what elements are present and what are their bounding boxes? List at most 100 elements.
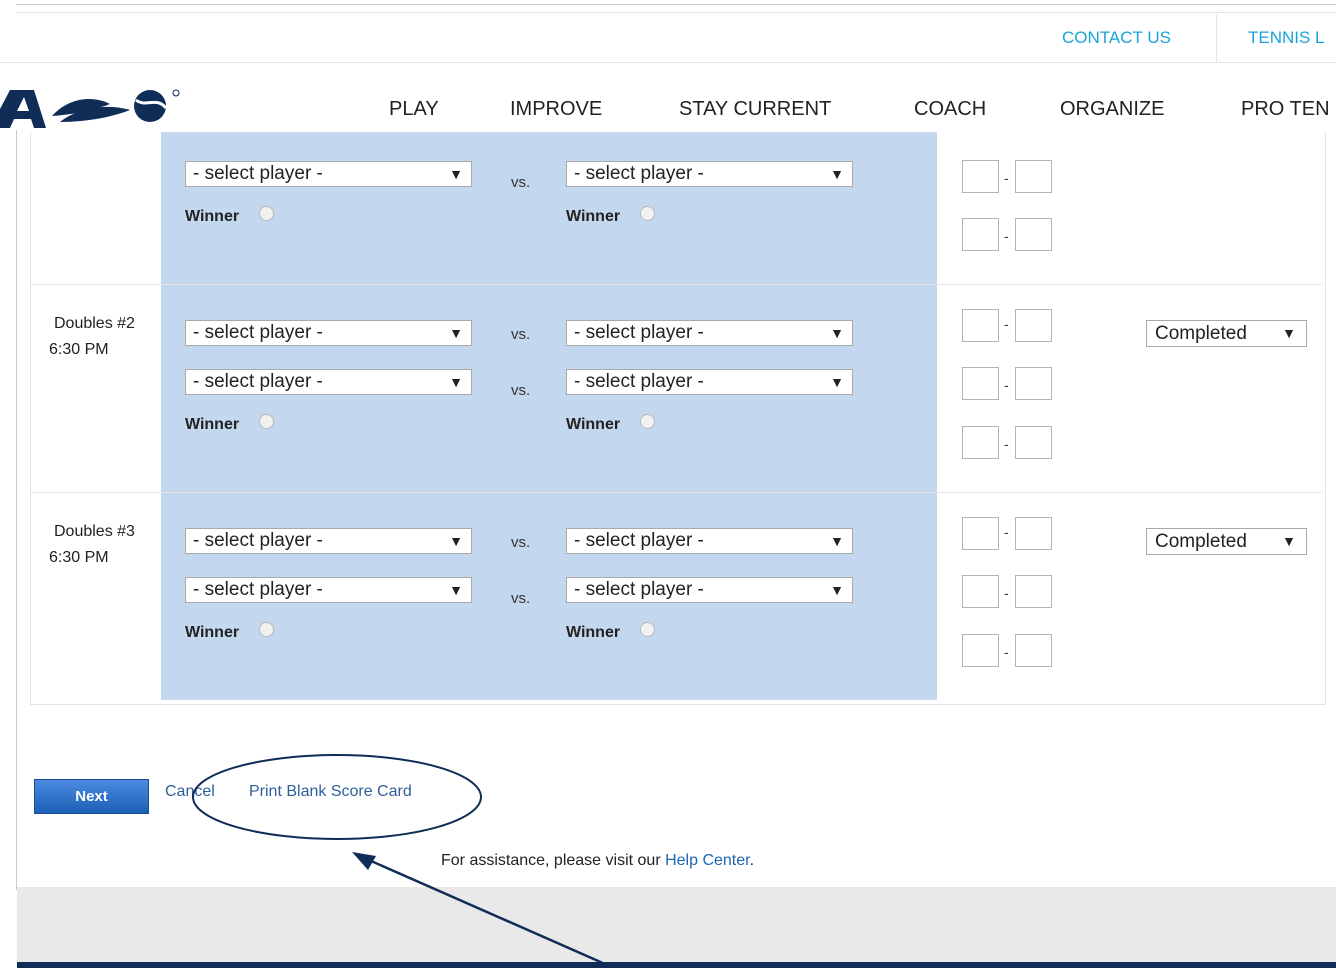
vs-label: vs.: [511, 174, 531, 191]
content-left-border: [16, 130, 17, 890]
score-dash: -: [1004, 585, 1009, 601]
annotation-arrow-head: [352, 852, 376, 870]
team1-player1-select[interactable]: - select player - ▼: [185, 528, 472, 554]
top-border-inner: [16, 12, 1336, 13]
set2-team1-score[interactable]: [962, 160, 999, 193]
score-dash: -: [1004, 170, 1009, 186]
team1-player1-select[interactable]: - select player - ▼: [185, 320, 472, 346]
winner-label: Winner: [185, 416, 240, 433]
dropdown-caret-icon: ▼: [1282, 325, 1296, 341]
set2-team1-score[interactable]: [962, 575, 999, 608]
winner-radio-team1[interactable]: [259, 414, 274, 429]
score-dash: -: [1004, 316, 1009, 332]
dropdown-caret-icon: ▼: [830, 325, 844, 341]
set3-team1-score[interactable]: [962, 426, 999, 459]
help-center-link[interactable]: Help Center: [665, 852, 750, 869]
dropdown-caret-icon: ▼: [1282, 533, 1296, 549]
set2-team2-score[interactable]: [1015, 367, 1052, 400]
set1-team1-score[interactable]: [962, 309, 999, 342]
set3-team2-score[interactable]: [1015, 634, 1052, 667]
dropdown-caret-icon: ▼: [449, 582, 463, 598]
select-value: - select player -: [193, 163, 323, 184]
match-status-select[interactable]: Completed ▼: [1146, 528, 1307, 555]
set2-team2-score[interactable]: [1015, 575, 1052, 608]
winner-radio-team1[interactable]: [259, 206, 274, 221]
top-border: [16, 4, 1336, 5]
select-value: - select player -: [193, 530, 323, 551]
nav-organize[interactable]: ORGANIZE: [1060, 98, 1164, 121]
score-dash: -: [1004, 228, 1009, 244]
team2-player2-select[interactable]: - select player - ▼: [566, 161, 853, 187]
score-dash: -: [1004, 644, 1009, 660]
help-suffix: .: [749, 852, 755, 869]
tennis-link[interactable]: TENNIS L: [1248, 28, 1325, 48]
dropdown-caret-icon: ▼: [449, 166, 463, 182]
team1-player2-select[interactable]: - select player - ▼: [185, 369, 472, 395]
dropdown-caret-icon: ▼: [449, 374, 463, 390]
set3-team1-score[interactable]: [962, 218, 999, 251]
team2-player2-select[interactable]: - select player - ▼: [566, 577, 853, 603]
nav-coach[interactable]: COACH: [914, 98, 986, 121]
set1-team2-score[interactable]: [1015, 517, 1052, 550]
set3-team2-score[interactable]: [1015, 218, 1052, 251]
winner-radio-team1[interactable]: [259, 622, 274, 637]
next-button[interactable]: Next: [34, 779, 149, 814]
match-time: 6:30 PM: [49, 341, 109, 358]
vs-label: vs.: [511, 534, 531, 551]
dropdown-caret-icon: ▼: [830, 533, 844, 549]
team1-player2-select[interactable]: - select player - ▼: [185, 577, 472, 603]
select-value: - select player -: [574, 579, 704, 600]
match-status-select[interactable]: Completed ▼: [1146, 320, 1307, 347]
footer-bar: [17, 962, 1336, 968]
vs-label: vs.: [511, 326, 531, 343]
help-text: For assistance, please visit our Help Ce…: [441, 852, 754, 870]
set3-team2-score[interactable]: [1015, 426, 1052, 459]
player-selection-band: [161, 132, 937, 700]
main-nav: PLAY IMPROVE STAY CURRENT COACH ORGANIZE…: [0, 62, 1336, 132]
select-value: - select player -: [574, 163, 704, 184]
utility-nav: CONTACT US TENNIS L: [0, 14, 1336, 63]
winner-label: Winner: [185, 624, 240, 641]
set2-team2-score[interactable]: [1015, 160, 1052, 193]
winner-radio-team2[interactable]: [640, 622, 655, 637]
vs-label: vs.: [511, 590, 531, 607]
winner-radio-team2[interactable]: [640, 414, 655, 429]
nav-play[interactable]: PLAY: [389, 98, 439, 121]
vs-label: vs.: [511, 382, 531, 399]
select-value: - select player -: [574, 371, 704, 392]
select-value: - select player -: [574, 322, 704, 343]
score-dash: -: [1004, 524, 1009, 540]
nav-improve[interactable]: IMPROVE: [510, 98, 602, 121]
set3-team1-score[interactable]: [962, 634, 999, 667]
row-divider: [31, 492, 1323, 493]
winner-label: Winner: [566, 208, 621, 225]
team2-player1-select[interactable]: - select player - ▼: [566, 528, 853, 554]
help-prefix: For assistance, please visit our: [441, 852, 666, 869]
logo-mark-icon: [0, 89, 180, 128]
set1-team2-score[interactable]: [1015, 309, 1052, 342]
set1-team1-score[interactable]: [962, 517, 999, 550]
dropdown-caret-icon: ▼: [830, 374, 844, 390]
winner-radio-team2[interactable]: [640, 206, 655, 221]
contact-us-link[interactable]: CONTACT US: [1062, 28, 1171, 48]
match-time: 6:30 PM: [49, 549, 109, 566]
select-value: - select player -: [193, 322, 323, 343]
footer-area: [17, 887, 1336, 962]
row-divider: [31, 284, 1323, 285]
winner-label: Winner: [566, 416, 621, 433]
usta-logo[interactable]: [0, 86, 190, 128]
team2-player1-select[interactable]: - select player - ▼: [566, 320, 853, 346]
status-value: Completed: [1155, 531, 1247, 552]
nav-pro-tennis[interactable]: PRO TEN: [1241, 98, 1330, 121]
team2-player2-select[interactable]: - select player - ▼: [566, 369, 853, 395]
score-dash: -: [1004, 436, 1009, 452]
dropdown-caret-icon: ▼: [449, 325, 463, 341]
set2-team1-score[interactable]: [962, 367, 999, 400]
team1-player2-select[interactable]: - select player - ▼: [185, 161, 472, 187]
nav-stay-current[interactable]: STAY CURRENT: [679, 98, 831, 121]
cancel-link[interactable]: Cancel: [165, 783, 215, 801]
score-dash: -: [1004, 377, 1009, 393]
utility-divider: [1216, 14, 1217, 62]
print-blank-score-card-link[interactable]: Print Blank Score Card: [249, 783, 412, 801]
dropdown-caret-icon: ▼: [830, 582, 844, 598]
